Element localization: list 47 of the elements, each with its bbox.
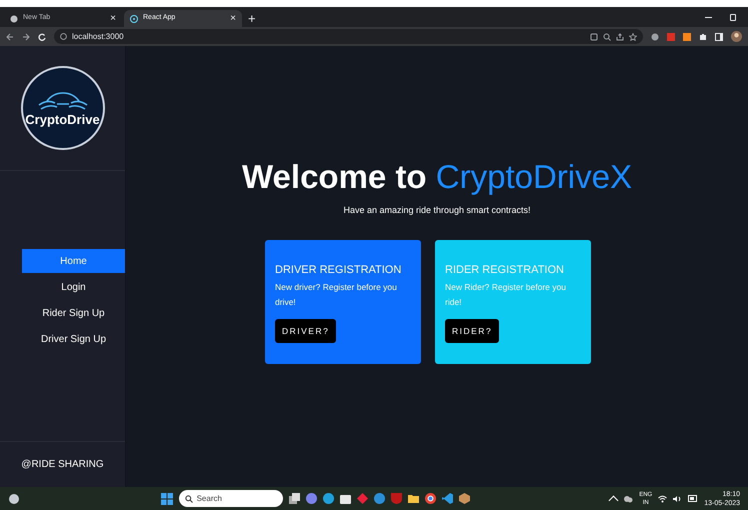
- close-icon[interactable]: ×: [110, 14, 116, 24]
- nav-link[interactable]: Driver Sign Up: [22, 327, 125, 351]
- welcome-heading: Welcome to CryptoDriveX: [242, 157, 632, 197]
- url-text: localhost:3000: [72, 30, 124, 42]
- sidebar-footer: @RIDE SHARING: [21, 457, 104, 472]
- new-tab-button[interactable]: +: [248, 10, 256, 27]
- cloud-icon[interactable]: [623, 494, 634, 502]
- register-button[interactable]: DRIVER?: [275, 319, 336, 343]
- folder-icon[interactable]: [408, 493, 419, 504]
- subtitle: Have an amazing ride through smart contracts!: [343, 204, 531, 217]
- code-editor-icon[interactable]: [442, 493, 453, 504]
- zoom-icon[interactable]: [603, 32, 611, 40]
- card-text: New driver? Register before you drive!: [275, 281, 398, 309]
- nav-link[interactable]: Home: [22, 249, 125, 273]
- back-icon[interactable]: [6, 32, 14, 40]
- start-icon[interactable]: [160, 492, 173, 504]
- forward-icon[interactable]: [22, 32, 30, 40]
- avatar-icon[interactable]: [731, 31, 742, 42]
- register-button[interactable]: RIDER?: [445, 319, 500, 343]
- close-icon[interactable]: ×: [230, 14, 236, 24]
- info-icon[interactable]: [60, 33, 67, 40]
- restore-icon[interactable]: [730, 14, 736, 21]
- install-icon[interactable]: [590, 32, 598, 40]
- speaker-icon[interactable]: [673, 494, 682, 502]
- shield-icon[interactable]: [390, 493, 402, 504]
- atom-icon: [130, 14, 138, 22]
- reload-icon[interactable]: [38, 32, 46, 40]
- search-icon: [184, 494, 193, 502]
- diamond-icon[interactable]: [356, 493, 368, 504]
- star-icon[interactable]: [629, 32, 637, 40]
- card-text: New Rider? Register before you ride!: [445, 281, 567, 309]
- nav-link[interactable]: Rider Sign Up: [22, 301, 125, 325]
- chrome-icon[interactable]: [424, 493, 436, 504]
- card-title: RIDER REGISTRATION: [445, 262, 564, 278]
- side-panel-icon[interactable]: [715, 32, 723, 40]
- battery-icon[interactable]: [688, 495, 698, 502]
- nav-link[interactable]: Login: [22, 275, 125, 299]
- store-icon[interactable]: [340, 493, 351, 504]
- wifi-icon[interactable]: [658, 494, 668, 502]
- task-view-icon[interactable]: [288, 493, 300, 504]
- search-placeholder: Search: [196, 492, 222, 504]
- box-icon[interactable]: [458, 493, 470, 504]
- search-field[interactable]: Search: [178, 490, 283, 507]
- share-icon[interactable]: [616, 32, 624, 40]
- address-bar[interactable]: localhost:3000: [54, 29, 643, 44]
- card-title: DRIVER REGISTRATION: [275, 262, 402, 278]
- logo-text: CryptoDrive: [25, 112, 100, 126]
